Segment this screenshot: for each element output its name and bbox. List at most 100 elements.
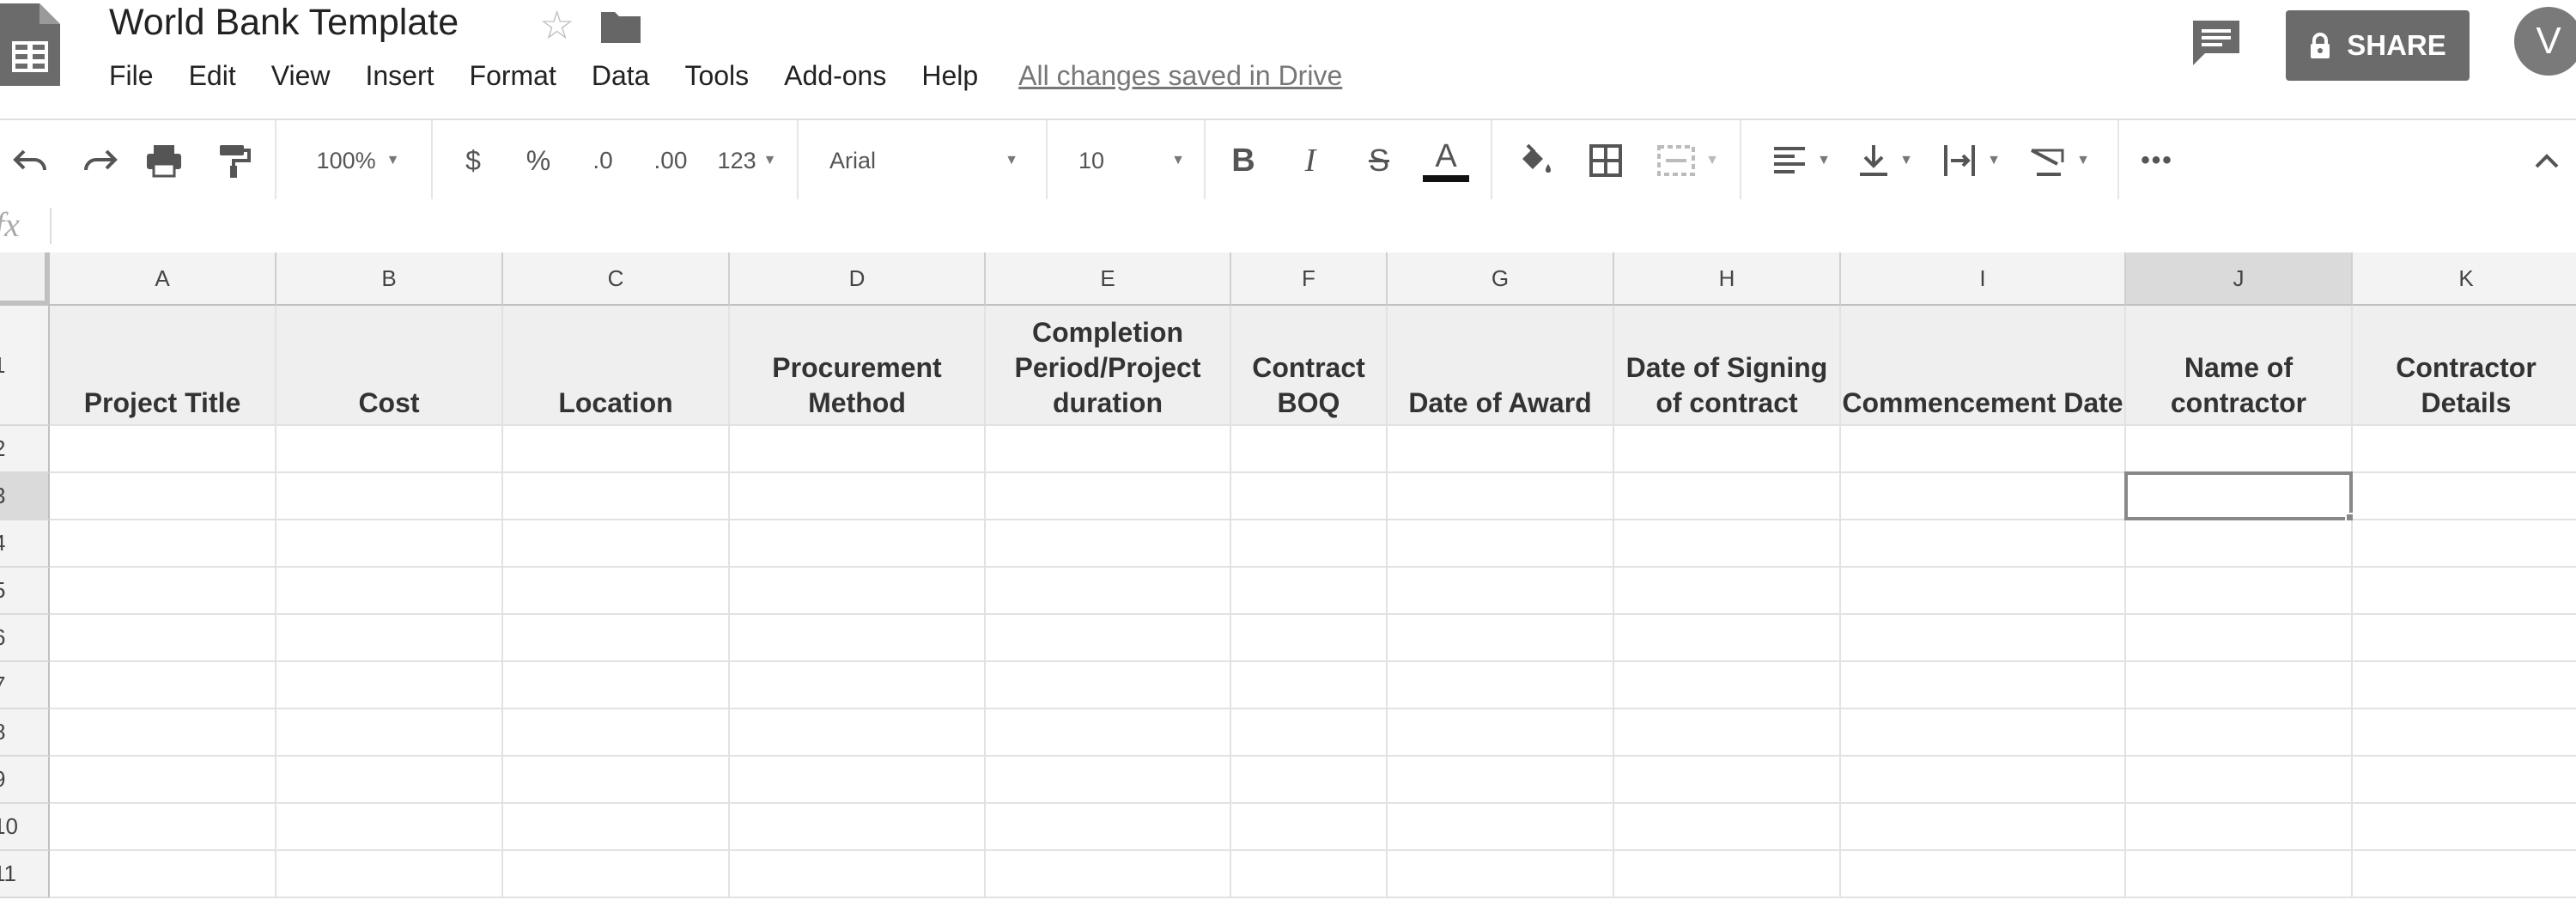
- font-size-select[interactable]: 10 ▼: [1078, 120, 1185, 201]
- cell-d9[interactable]: [730, 757, 986, 804]
- borders-icon[interactable]: [1585, 120, 1626, 201]
- cell-e5[interactable]: [986, 568, 1231, 615]
- row-header-8[interactable]: 8: [0, 709, 50, 757]
- percent-format-button[interactable]: %: [520, 120, 556, 201]
- cell-k2[interactable]: [2353, 426, 2576, 473]
- row-header-11[interactable]: 11: [0, 851, 50, 898]
- cell-f4[interactable]: [1231, 520, 1388, 568]
- more-options-icon[interactable]: •••: [2138, 120, 2176, 201]
- select-all-corner[interactable]: [0, 252, 50, 306]
- cell-k3[interactable]: [2353, 473, 2576, 520]
- cell-b9[interactable]: [276, 757, 503, 804]
- cell-h3[interactable]: [1614, 473, 1841, 520]
- cell-b3[interactable]: [276, 473, 503, 520]
- cell-f2[interactable]: [1231, 426, 1388, 473]
- header-cell-e[interactable]: Completion Period/Project duration: [986, 306, 1231, 426]
- cell-k4[interactable]: [2353, 520, 2576, 568]
- cell-b6[interactable]: [276, 615, 503, 662]
- cell-d5[interactable]: [730, 568, 986, 615]
- print-icon[interactable]: [139, 120, 189, 201]
- cell-k11[interactable]: [2353, 851, 2576, 898]
- cell-d10[interactable]: [730, 804, 986, 851]
- cell-b4[interactable]: [276, 520, 503, 568]
- cell-e2[interactable]: [986, 426, 1231, 473]
- cell-j9[interactable]: [2126, 757, 2353, 804]
- formula-input[interactable]: [60, 204, 2550, 247]
- cell-g7[interactable]: [1388, 662, 1614, 709]
- star-icon[interactable]: ☆: [539, 2, 574, 48]
- cell-d7[interactable]: [730, 662, 986, 709]
- cell-i6[interactable]: [1841, 615, 2126, 662]
- menu-addons[interactable]: Add-ons: [784, 60, 886, 94]
- cell-i5[interactable]: [1841, 568, 2126, 615]
- cell-e8[interactable]: [986, 709, 1231, 757]
- currency-format-button[interactable]: $: [455, 120, 491, 201]
- cell-g5[interactable]: [1388, 568, 1614, 615]
- row-header-9[interactable]: 9: [0, 757, 50, 804]
- cell-c9[interactable]: [503, 757, 730, 804]
- row-header-10[interactable]: 10: [0, 804, 50, 851]
- cell-i10[interactable]: [1841, 804, 2126, 851]
- fill-color-icon[interactable]: [1513, 120, 1556, 201]
- column-header-e[interactable]: E: [986, 252, 1231, 306]
- column-header-b[interactable]: B: [276, 252, 503, 306]
- menu-help[interactable]: Help: [921, 60, 978, 94]
- row-header-1[interactable]: 1: [0, 306, 50, 426]
- cell-j11[interactable]: [2126, 851, 2353, 898]
- row-header-4[interactable]: 4: [0, 520, 50, 568]
- cell-i8[interactable]: [1841, 709, 2126, 757]
- increase-decimal-button[interactable]: .00: [647, 120, 694, 201]
- row-header-7[interactable]: 7: [0, 662, 50, 709]
- italic-icon[interactable]: I: [1291, 120, 1329, 201]
- cell-h4[interactable]: [1614, 520, 1841, 568]
- cell-a9[interactable]: [50, 757, 276, 804]
- cell-f9[interactable]: [1231, 757, 1388, 804]
- cell-d8[interactable]: [730, 709, 986, 757]
- cell-f10[interactable]: [1231, 804, 1388, 851]
- cell-a2[interactable]: [50, 426, 276, 473]
- cell-k8[interactable]: [2353, 709, 2576, 757]
- header-cell-d[interactable]: Procurement Method: [730, 306, 986, 426]
- header-cell-g[interactable]: Date of Award: [1388, 306, 1614, 426]
- cell-j6[interactable]: [2126, 615, 2353, 662]
- cell-b5[interactable]: [276, 568, 503, 615]
- cell-i2[interactable]: [1841, 426, 2126, 473]
- column-header-c[interactable]: C: [503, 252, 730, 306]
- cell-f5[interactable]: [1231, 568, 1388, 615]
- cell-e9[interactable]: [986, 757, 1231, 804]
- menu-view[interactable]: View: [271, 60, 331, 94]
- vertical-align-icon[interactable]: ▼: [1851, 120, 1920, 201]
- cell-j10[interactable]: [2126, 804, 2353, 851]
- cell-e7[interactable]: [986, 662, 1231, 709]
- header-cell-j[interactable]: Name of contractor: [2126, 306, 2353, 426]
- menu-data[interactable]: Data: [592, 60, 650, 94]
- cell-j7[interactable]: [2126, 662, 2353, 709]
- cell-j4[interactable]: [2126, 520, 2353, 568]
- font-family-select[interactable]: Arial ▼: [829, 120, 1018, 201]
- cell-c6[interactable]: [503, 615, 730, 662]
- zoom-select[interactable]: 100% ▼: [302, 120, 414, 201]
- cell-d11[interactable]: [730, 851, 986, 898]
- cell-f6[interactable]: [1231, 615, 1388, 662]
- undo-icon[interactable]: [5, 120, 57, 201]
- cell-i9[interactable]: [1841, 757, 2126, 804]
- column-header-f[interactable]: F: [1231, 252, 1388, 306]
- cell-j2[interactable]: [2126, 426, 2353, 473]
- comment-icon[interactable]: [2191, 19, 2241, 67]
- menu-format[interactable]: Format: [470, 60, 556, 94]
- cell-g4[interactable]: [1388, 520, 1614, 568]
- cell-h5[interactable]: [1614, 568, 1841, 615]
- cell-e10[interactable]: [986, 804, 1231, 851]
- cell-i11[interactable]: [1841, 851, 2126, 898]
- cell-b10[interactable]: [276, 804, 503, 851]
- cell-b7[interactable]: [276, 662, 503, 709]
- cell-f8[interactable]: [1231, 709, 1388, 757]
- cell-e3[interactable]: [986, 473, 1231, 520]
- bold-icon[interactable]: B: [1224, 120, 1262, 201]
- cell-a7[interactable]: [50, 662, 276, 709]
- redo-icon[interactable]: [74, 120, 125, 201]
- cell-k9[interactable]: [2353, 757, 2576, 804]
- cell-h7[interactable]: [1614, 662, 1841, 709]
- menu-file[interactable]: File: [109, 60, 154, 94]
- cell-c7[interactable]: [503, 662, 730, 709]
